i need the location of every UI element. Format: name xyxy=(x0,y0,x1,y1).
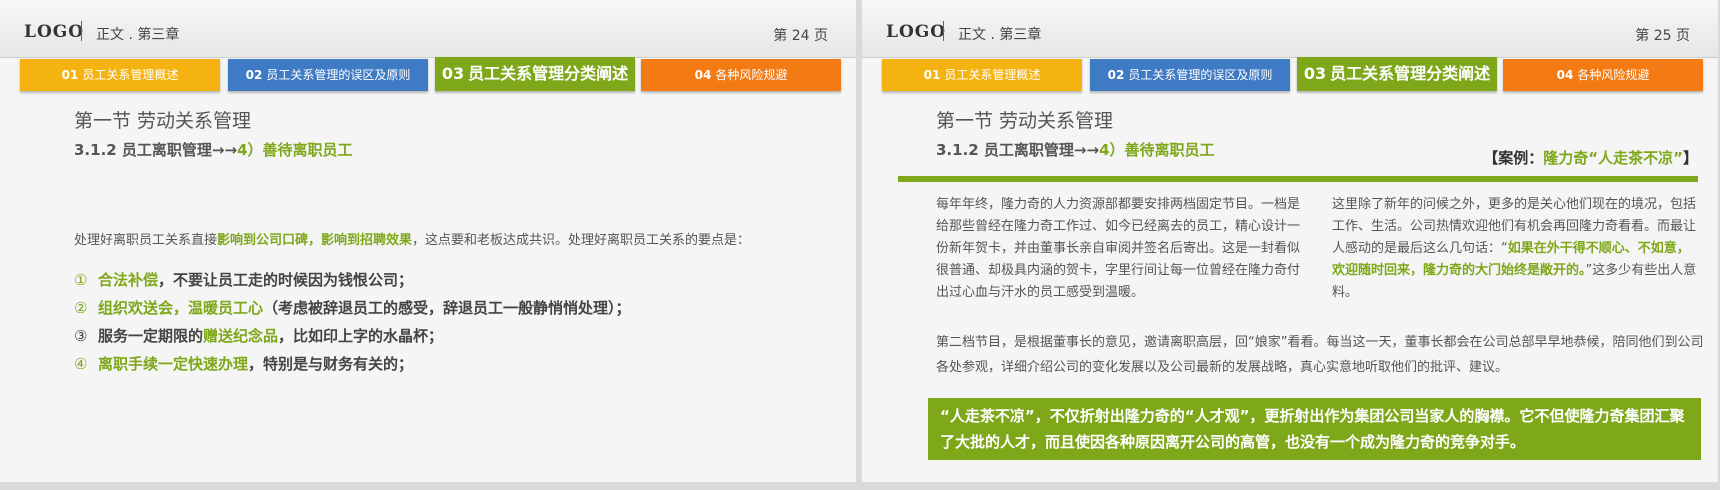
intro-highlight: 影响到公司口碑，影响到招聘效果 xyxy=(217,233,413,248)
header-divider xyxy=(943,21,944,41)
tab-01[interactable]: 01 员工关系管理概述 xyxy=(882,59,1082,91)
tab-label: 员工关系管理的误区及原则 xyxy=(266,68,411,82)
subtitle-main: 3.1.2 员工离职管理→→ xyxy=(74,141,238,159)
logo: LOGO xyxy=(24,22,85,42)
subtitle-main: 3.1.2 员工离职管理→→ xyxy=(936,141,1100,159)
tab-04[interactable]: 04 各种风险规避 xyxy=(641,59,841,91)
page-title: 第一节 劳动关系管理 xyxy=(936,110,1114,132)
list-item: ① 合法补偿，不要让员工走的时候因为钱恨公司； xyxy=(74,266,631,294)
slide-page-25: LOGO 正文 . 第三章 第 25 页 01 员工关系管理概述 02 员工关系管理… xyxy=(862,0,1718,482)
tab-number: 01 xyxy=(61,68,79,82)
item-text: （考虑被辞退员工的感受，辞退员工一般静悄悄处理）； xyxy=(263,299,631,317)
tab-label: 员工关系管理分类阐述 xyxy=(1330,64,1491,83)
item-number: ② xyxy=(74,299,88,317)
item-text: 服务一定期限的 xyxy=(98,327,204,345)
tab-label: 各种风险规避 xyxy=(715,68,788,82)
tab-number: 04 xyxy=(694,68,712,82)
tab-number: 02 xyxy=(245,68,263,82)
tab-number: 04 xyxy=(1556,68,1574,82)
tab-label: 各种风险规避 xyxy=(1577,68,1650,82)
tab-label: 员工关系管理概述 xyxy=(944,68,1041,82)
section-label: 正文 . 第三章 xyxy=(958,27,1042,43)
logo: LOGO xyxy=(886,22,947,42)
case-title: 【案例：隆力奇“人走茶不凉”】 xyxy=(1483,147,1698,168)
header-bar: LOGO 正文 . 第三章 第 25 页 xyxy=(862,0,1718,58)
tab-number: 01 xyxy=(923,68,941,82)
subtitle-highlight: 4）善待离职员工 xyxy=(237,141,353,159)
tab-04[interactable]: 04 各种风险规避 xyxy=(1503,59,1703,91)
case-column-2: 这里除了新年的问候之外，更多的是关心他们现在的境况，包括工作、生活。公司热情欢迎… xyxy=(1332,194,1702,304)
item-number: ③ xyxy=(74,327,88,345)
item-highlight: 组织欢送会，温暖员工心 xyxy=(98,299,264,317)
tab-03-active[interactable]: 03 员工关系管理分类阐述 xyxy=(1297,57,1497,91)
list-item: ② 组织欢送会，温暖员工心（考虑被辞退员工的感受，辞退员工一般静悄悄处理）； xyxy=(74,294,631,322)
key-points-list: ① 合法补偿，不要让员工走的时候因为钱恨公司； ② 组织欢送会，温暖员工心（考虑被辞… xyxy=(74,266,631,378)
item-highlight: 离职手续一定快速办理 xyxy=(98,355,249,373)
page-number: 第 25 页 xyxy=(1635,28,1690,44)
slide-page-24: LOGO 正文 . 第三章 第 24 页 01 员工关系管理概述 02 员工关系管理… xyxy=(0,0,856,482)
item-number: ④ xyxy=(74,355,88,373)
item-highlight: 合法补偿 xyxy=(98,271,159,289)
divider-line xyxy=(898,176,1698,182)
section-label: 正文 . 第三章 xyxy=(96,27,180,43)
page-subtitle: 3.1.2 员工离职管理→→4）善待离职员工 xyxy=(936,139,1215,160)
header-bar: LOGO 正文 . 第三章 第 24 页 xyxy=(0,0,856,58)
list-item: ④ 离职手续一定快速办理，特别是与财务有关的； xyxy=(74,350,631,378)
conclusion-banner: “人走茶不凉”，不仅折射出隆力奇的“人才观”，更折射出作为集团公司当家人的胸襟。… xyxy=(928,398,1701,460)
item-text: ，比如印上字的水晶杯； xyxy=(278,327,444,345)
page-number: 第 24 页 xyxy=(773,28,828,44)
case-bracket: 】 xyxy=(1682,149,1698,167)
page-title: 第一节 劳动关系管理 xyxy=(74,110,252,132)
case-column-1: 每年年终，隆力奇的人力资源部都要安排两档固定节目。一档是给那些曾经在隆力奇工作过… xyxy=(936,197,1301,300)
tab-number: 02 xyxy=(1107,68,1125,82)
intro-paragraph: 处理好离职员工关系直接影响到公司口碑，影响到招聘效果，这点要和老板达成共识。处理… xyxy=(74,228,750,254)
item-text: ，特别是与财务有关的； xyxy=(248,355,414,373)
page-subtitle: 3.1.2 员工离职管理→→4）善待离职员工 xyxy=(74,139,353,160)
tab-label: 员工关系管理的误区及原则 xyxy=(1128,68,1273,82)
header-divider xyxy=(81,21,82,41)
intro-text: 处理好离职员工关系直接 xyxy=(74,233,218,248)
tab-02[interactable]: 02 员工关系管理的误区及原则 xyxy=(1090,59,1290,91)
tab-label: 员工关系管理概述 xyxy=(82,68,179,82)
case-paragraph-2: 第二档节目，是根据董事长的意见，邀请离职高层，回“娘家”看看。每当这一天，董事长… xyxy=(936,335,1704,375)
item-highlight: 赠送纪念品 xyxy=(203,327,279,345)
tab-label: 员工关系管理分类阐述 xyxy=(468,64,629,83)
case-bracket: 【案例： xyxy=(1483,149,1544,167)
tab-02[interactable]: 02 员工关系管理的误区及原则 xyxy=(228,59,428,91)
subtitle-highlight: 4）善待离职员工 xyxy=(1099,141,1215,159)
tab-01[interactable]: 01 员工关系管理概述 xyxy=(20,59,220,91)
tab-number: 03 xyxy=(441,64,465,83)
item-text: ，不要让员工走的时候因为钱恨公司； xyxy=(158,271,414,289)
intro-text: ，这点要和老板达成共识。处理好离职员工关系的要点是： xyxy=(412,233,751,248)
tab-number: 03 xyxy=(1303,64,1327,83)
list-item: ③ 服务一定期限的赠送纪念品，比如印上字的水晶杯； xyxy=(74,322,631,350)
tab-03-active[interactable]: 03 员工关系管理分类阐述 xyxy=(435,57,635,91)
case-highlight: 隆力奇“人走茶不凉” xyxy=(1543,149,1683,167)
item-number: ① xyxy=(74,271,88,289)
